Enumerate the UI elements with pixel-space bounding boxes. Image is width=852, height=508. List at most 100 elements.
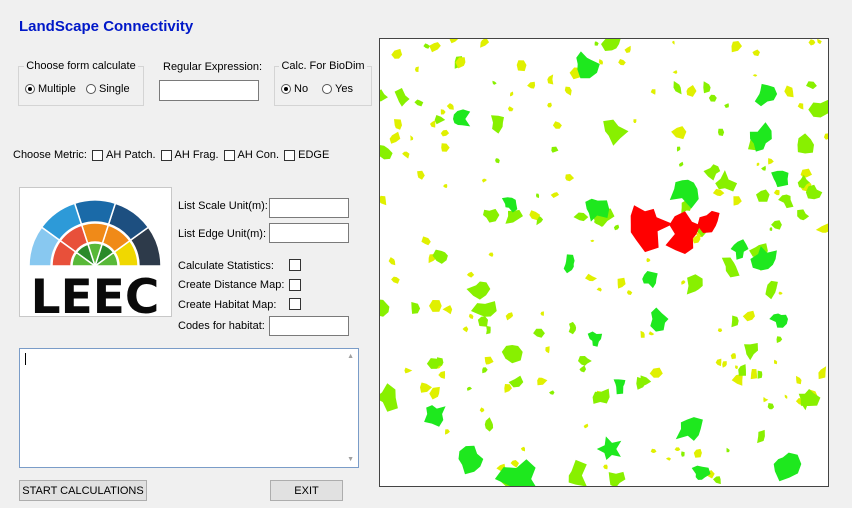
habitat-patch	[594, 41, 599, 46]
habitat-patch	[672, 40, 675, 45]
radio-biodim-yes-indicator[interactable]	[322, 84, 332, 94]
distance-map-checkbox[interactable]	[289, 279, 301, 291]
habitat-patch	[681, 451, 685, 457]
scale-unit-label: List Scale Unit(m):	[178, 200, 268, 212]
habitat-patch	[715, 170, 738, 192]
habitat-patch	[414, 99, 424, 107]
habitat-patch	[443, 184, 448, 188]
habitat-patch	[738, 364, 746, 376]
habitat-patch	[784, 394, 788, 399]
exit-button[interactable]: EXIT	[270, 480, 343, 501]
habitat-patch	[765, 280, 778, 300]
habitat-patch	[626, 290, 633, 295]
habitat-patch	[757, 429, 765, 444]
habitat-patch	[510, 91, 514, 97]
habitat-patch	[726, 447, 730, 453]
radio-biodim-no-indicator[interactable]	[281, 84, 291, 94]
habitat-patch	[649, 367, 663, 378]
habitat-patch	[445, 429, 450, 435]
habitat-patch	[686, 85, 697, 97]
habitat-patch	[742, 310, 755, 322]
metric-ah-patch[interactable]: AH Patch.	[91, 149, 156, 161]
habitat-patch	[510, 460, 519, 468]
habitat-patch	[808, 99, 828, 118]
habitat-patch	[733, 196, 742, 206]
habitat-patch	[551, 146, 559, 153]
habitat-patch	[389, 131, 401, 144]
habitat-patch	[757, 370, 763, 379]
metric-ah-con-checkbox[interactable]	[223, 149, 235, 161]
metric-ah-patch-checkbox[interactable]	[91, 149, 103, 161]
habitat-map-checkbox[interactable]	[289, 298, 301, 310]
radio-multiple-indicator[interactable]	[25, 84, 35, 94]
calc-stats-checkbox[interactable]	[289, 259, 301, 271]
log-textarea[interactable]: ▲ ▼	[19, 348, 359, 468]
calc-stats-label: Calculate Statistics:	[178, 260, 274, 272]
habitat-patch	[735, 365, 738, 369]
habitat-patch	[617, 277, 626, 289]
edge-unit-input[interactable]	[269, 223, 349, 243]
habitat-patch	[430, 120, 436, 128]
scroll-up-icon[interactable]: ▲	[347, 353, 354, 360]
habitat-patch	[769, 313, 788, 328]
habitat-patch	[547, 74, 554, 85]
radio-biodim-no[interactable]: No	[281, 83, 308, 95]
habitat-patch	[769, 227, 773, 231]
radio-single-indicator[interactable]	[86, 84, 96, 94]
habitat-patch	[712, 188, 725, 197]
habitat-patch	[603, 464, 608, 470]
habitat-patch	[441, 143, 450, 152]
start-calculations-button[interactable]: START CALCULATIONS	[19, 480, 147, 501]
metric-ah-frag-checkbox[interactable]	[160, 149, 172, 161]
form-calc-legend: Choose form calculate	[24, 60, 138, 72]
habitat-patch	[579, 365, 587, 373]
habitat-patch	[731, 315, 739, 328]
habitat-patch	[624, 45, 631, 53]
leec-logo: LEEC	[19, 187, 172, 325]
habitat-patch	[434, 115, 446, 125]
habitat-patch	[648, 331, 655, 336]
habitat-patch	[578, 356, 592, 366]
regex-label: Regular Expression:	[163, 61, 263, 73]
habitat-patch	[671, 126, 687, 140]
metric-ah-frag[interactable]: AH Frag.	[160, 149, 219, 161]
habitat-patch	[613, 379, 626, 395]
habitat-patch	[482, 367, 488, 374]
habitat-patch	[449, 39, 458, 44]
landscape-map[interactable]	[379, 38, 829, 487]
metric-ah-con[interactable]: AH Con.	[223, 149, 279, 161]
habitat-patch	[420, 382, 432, 393]
habitat-patch	[501, 345, 523, 364]
habitat-patch	[585, 273, 597, 282]
habitat-patch	[673, 81, 682, 95]
habitat-codes-input[interactable]	[269, 316, 349, 336]
habitat-patch	[507, 106, 514, 112]
habitat-patch	[411, 302, 421, 314]
habitat-patch	[592, 388, 610, 404]
regex-input[interactable]	[159, 80, 259, 101]
habitat-patch	[466, 271, 475, 278]
habitat-patch	[480, 39, 490, 48]
habitat-patch	[505, 209, 523, 224]
habitat-patch	[665, 211, 701, 254]
habitat-patch	[458, 445, 484, 475]
metric-edge-checkbox[interactable]	[284, 149, 296, 161]
radio-single[interactable]: Single	[86, 83, 130, 95]
metric-label: Choose Metric:	[13, 149, 87, 161]
habitat-patch	[618, 59, 626, 66]
habitat-patch	[545, 346, 550, 354]
radio-multiple[interactable]: Multiple	[25, 83, 76, 95]
distance-map-label: Create Distance Map:	[178, 279, 285, 291]
habitat-patch	[773, 452, 802, 482]
habitat-patch	[590, 239, 595, 242]
habitat-patch	[471, 301, 497, 317]
habitat-patch	[596, 436, 622, 460]
metric-edge[interactable]: EDGE	[284, 149, 329, 161]
habitat-patch	[484, 417, 494, 432]
radio-single-label: Single	[99, 83, 130, 95]
scale-unit-input[interactable]	[269, 198, 349, 218]
scroll-down-icon[interactable]: ▼	[347, 456, 354, 463]
habitat-patch	[806, 81, 817, 90]
habitat-patch	[773, 189, 780, 196]
radio-biodim-yes[interactable]: Yes	[322, 83, 353, 95]
